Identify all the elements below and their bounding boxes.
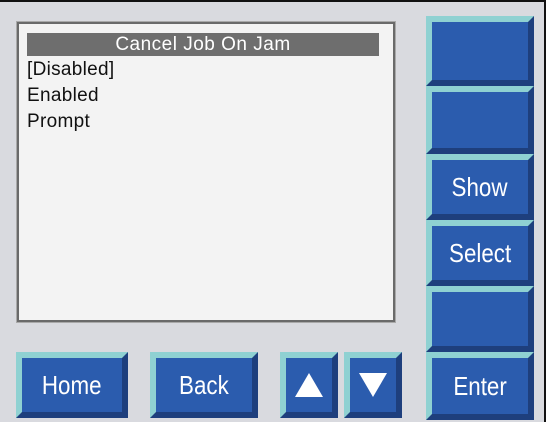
show-button[interactable]: Show: [426, 154, 534, 220]
select-button-label: Select: [448, 237, 512, 268]
up-arrow-icon: [295, 373, 323, 397]
display-screen: Cancel Job On Jam [Disabled] Enabled Pro…: [16, 21, 396, 323]
back-button-label: Back: [179, 369, 229, 400]
option-enabled[interactable]: Enabled: [27, 85, 99, 107]
scroll-down-button[interactable]: [344, 352, 402, 418]
home-button-label: Home: [42, 369, 102, 400]
side-button-1[interactable]: [426, 16, 534, 86]
enter-button[interactable]: Enter: [426, 352, 534, 420]
enter-button-label: Enter: [453, 370, 507, 401]
home-button[interactable]: Home: [16, 352, 128, 418]
down-arrow-icon: [359, 373, 387, 397]
side-button-2[interactable]: [426, 86, 534, 154]
scroll-up-button[interactable]: [280, 352, 338, 418]
select-button[interactable]: Select: [426, 220, 534, 286]
show-button-label: Show: [452, 171, 508, 202]
screen-title: Cancel Job On Jam: [27, 33, 379, 56]
option-disabled[interactable]: [Disabled]: [27, 59, 115, 81]
side-button-5[interactable]: [426, 286, 534, 352]
control-panel: Cancel Job On Jam [Disabled] Enabled Pro…: [0, 0, 546, 422]
option-prompt[interactable]: Prompt: [27, 111, 90, 133]
back-button[interactable]: Back: [150, 352, 258, 418]
